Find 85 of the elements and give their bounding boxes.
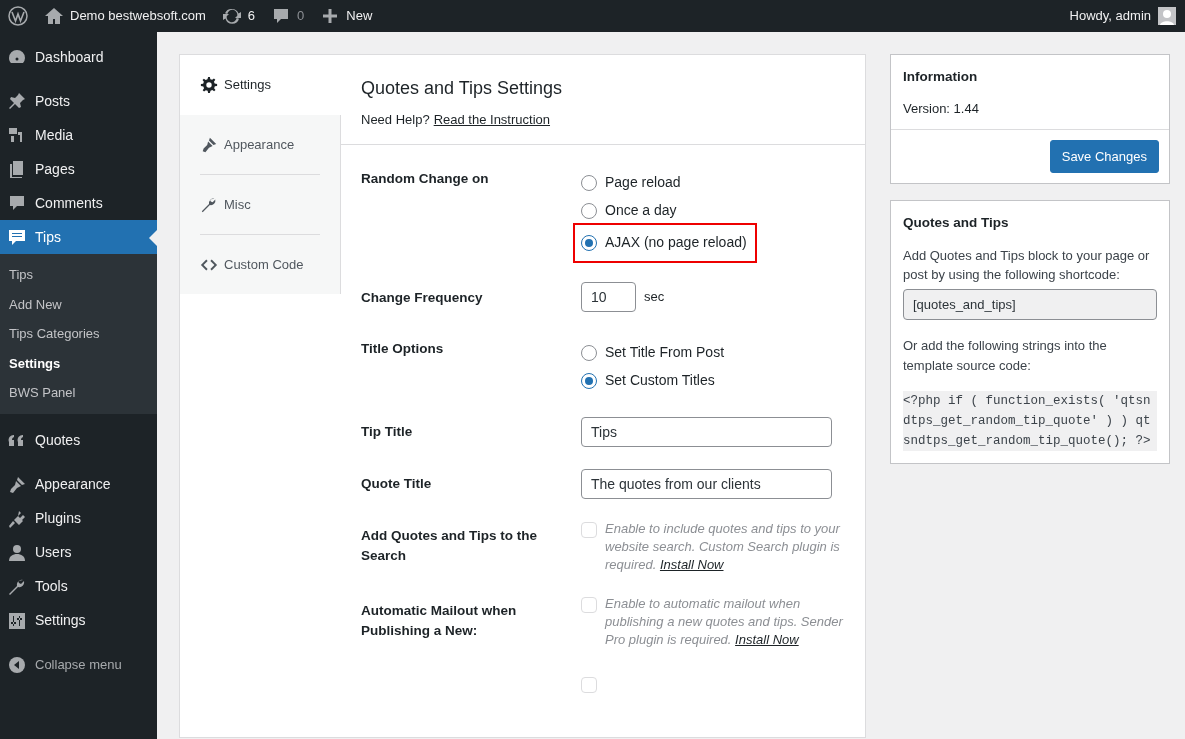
field-label: Quote Title (361, 475, 432, 491)
greeting: Howdy, admin (1069, 7, 1151, 26)
checkbox[interactable] (581, 676, 597, 693)
unit-label: sec (644, 287, 665, 306)
updates-link[interactable]: 6 (221, 6, 256, 26)
user-icon (7, 542, 27, 563)
pushpin-icon (7, 91, 27, 111)
settings-tab[interactable]: Settings (180, 55, 341, 115)
field-label: Add Quotes and Tips to the Search (361, 527, 537, 563)
number-field[interactable]: 10 (581, 281, 636, 312)
refresh-icon (221, 6, 242, 26)
version-text: Version: 1.44 (902, 100, 980, 119)
sidebar-item[interactable]: Settings (0, 603, 157, 638)
plug-icon (7, 508, 27, 529)
sidebar-item[interactable]: Tips (0, 220, 157, 254)
sidebar-item[interactable]: Quotes (0, 423, 157, 458)
sidebar-item[interactable]: Posts (0, 84, 157, 118)
radio-button[interactable] (581, 174, 597, 191)
text-field[interactable]: Tips (581, 416, 832, 447)
radio-button[interactable] (581, 234, 597, 251)
checkbox[interactable] (581, 597, 597, 614)
paintbrush-icon (7, 474, 27, 495)
speech-bubble-icon (7, 227, 27, 247)
field-label: Tip Title (361, 423, 413, 439)
text-field[interactable]: The quotes from our clients (581, 468, 832, 499)
submenu-item[interactable]: BWS Panel (0, 378, 157, 408)
save-changes-button[interactable]: Save Changes (1049, 139, 1159, 174)
sidebar-item[interactable]: Plugins (0, 501, 157, 536)
radio-option[interactable]: Set Title From Post (575, 338, 731, 367)
radio-option[interactable]: Set Custom Titles (575, 366, 721, 395)
sidebar-item[interactable]: Pages (0, 152, 157, 186)
new-label: New (346, 7, 373, 26)
submenu-item[interactable]: Tips Categories (0, 319, 157, 349)
panel-title: Information (902, 68, 979, 86)
updates-count: 6 (247, 7, 256, 26)
sidebar-item[interactable]: Collapse menu (0, 647, 157, 682)
radio-button[interactable] (581, 344, 597, 361)
radio-button[interactable] (581, 372, 597, 389)
paintbrush-icon (200, 135, 218, 154)
sliders-icon (7, 610, 27, 631)
site-link[interactable]: Demo bestwebsoft.com (44, 6, 206, 26)
help-text: Need Help? (361, 111, 430, 129)
collapse-icon (7, 654, 27, 675)
home-icon (44, 6, 64, 26)
install-link[interactable]: Install Now (659, 556, 724, 572)
radio-button[interactable] (581, 202, 597, 219)
sidebar-item[interactable]: Appearance (0, 467, 157, 502)
field-label: Change Frequency (361, 289, 483, 305)
settings-tab[interactable]: Custom Code (180, 235, 340, 294)
checkbox-description: Enable to automatic mailout when publishing a new quotes and tips. Sender Pro plugin is required. Install Now (605, 595, 845, 650)
settings-tab[interactable]: Misc (180, 175, 340, 234)
field-label: Random Change on (361, 170, 489, 186)
submenu-item[interactable]: Add New (0, 289, 157, 319)
instruction-link[interactable]: Read the Instruction (433, 110, 550, 130)
radio-option[interactable]: Once a day (575, 196, 683, 225)
settings-tab[interactable]: Appearance (180, 115, 340, 174)
comments-link[interactable]: 0 (271, 6, 305, 26)
sidebar-item[interactable]: Users (0, 535, 157, 570)
field-label: Automatic Mailout when Publishing a New: (361, 603, 517, 639)
page-title: Quotes and Tips Settings (361, 77, 564, 100)
panel-title: Quotes and Tips (902, 214, 1010, 233)
shortcode-hint: Add Quotes and Tips block to your page or post by using the following shortcode: (903, 246, 1151, 284)
sidebar-item[interactable]: Tools (0, 569, 157, 604)
gear-icon (200, 76, 218, 94)
account-link[interactable]: Howdy, admin (1069, 6, 1177, 26)
shortcode-field[interactable]: [quotes_and_tips] (903, 288, 1157, 320)
submenu-item[interactable]: Tips (0, 260, 157, 290)
checkbox-description: Enable to include quotes and tips to your website search. Custom Search plugin is required. Install Now (605, 519, 842, 574)
field-label: Title Options (361, 340, 444, 356)
sidebar-item[interactable]: Comments (0, 186, 157, 220)
speech-bubble-icon (7, 193, 27, 213)
sidebar-item[interactable]: Media (0, 118, 157, 152)
site-name: Demo bestwebsoft.com (70, 7, 206, 26)
submenu-item[interactable]: Settings (0, 348, 157, 378)
sidebar-item[interactable]: Dashboard (0, 40, 157, 74)
checkbox[interactable] (581, 521, 597, 538)
install-link[interactable]: Install Now (735, 632, 799, 648)
code-snippet: <?php if ( function_exists( 'qtsndtps_get_random_tip_quote' ) ) qtsndtps_get_random_tip_quote(); ?> (903, 391, 1157, 451)
radio-option[interactable]: AJAX (no page reload) (575, 224, 755, 261)
comments-count: 0 (297, 7, 305, 26)
avatar-icon (1157, 6, 1177, 26)
new-link[interactable]: New (320, 6, 373, 26)
template-hint: Or add the following strings into the template source code: (903, 337, 1108, 375)
wordpress-logo (8, 6, 28, 26)
radio-option[interactable]: Page reload (575, 168, 687, 197)
